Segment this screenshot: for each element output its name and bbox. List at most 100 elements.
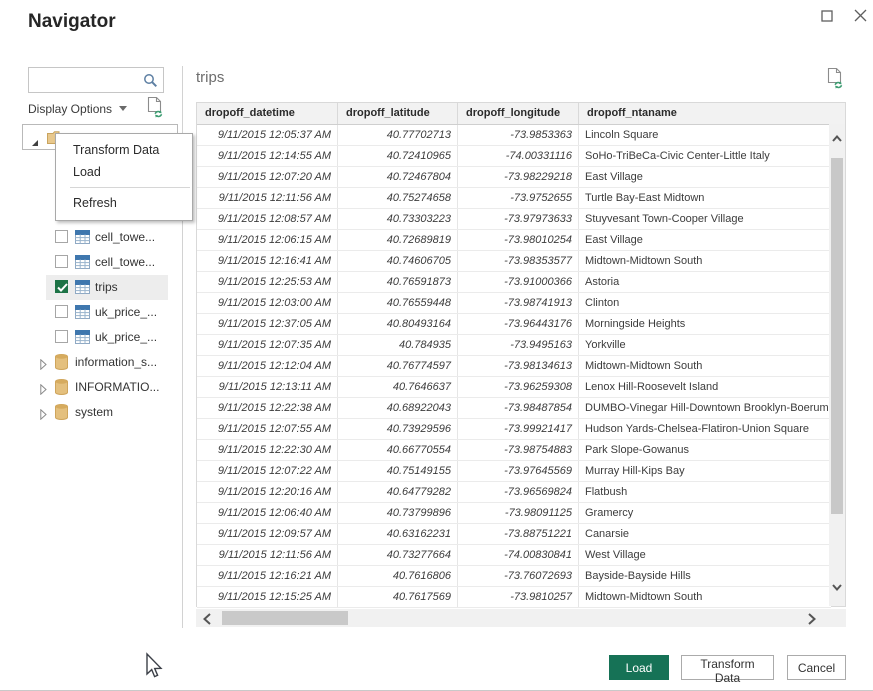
cell-dropoff-ntaname: Murray Hill-Kips Bay xyxy=(579,461,830,481)
close-button[interactable] xyxy=(849,6,871,28)
cell-dropoff-datetime: 9/11/2015 12:25:53 AM xyxy=(197,272,338,292)
cell-dropoff-longitude: -73.98229218 xyxy=(458,167,579,187)
sidebar-item-cell-towe[interactable]: cell_towe... xyxy=(22,250,180,275)
cell-dropoff-longitude: -73.98010254 xyxy=(458,230,579,250)
column-header-dropoff-latitude[interactable]: dropoff_latitude xyxy=(338,103,458,124)
cell-dropoff-datetime: 9/11/2015 12:16:41 AM xyxy=(197,251,338,271)
maximize-icon xyxy=(821,10,833,22)
cell-dropoff-latitude: 40.784935 xyxy=(338,335,458,355)
checkbox[interactable] xyxy=(55,280,68,293)
scroll-up-icon[interactable] xyxy=(832,133,842,145)
cell-dropoff-longitude: -73.96259308 xyxy=(458,377,579,397)
checkbox[interactable] xyxy=(55,305,68,318)
cell-dropoff-longitude: -73.99921417 xyxy=(458,419,579,439)
maximize-button[interactable] xyxy=(816,6,838,28)
cancel-button[interactable]: Cancel xyxy=(787,655,846,680)
scroll-left-icon[interactable] xyxy=(203,612,211,630)
column-header-dropoff-datetime[interactable]: dropoff_datetime xyxy=(197,103,338,124)
preview-table-title: trips xyxy=(196,69,224,86)
display-options-label: Display Options xyxy=(28,102,112,116)
table-row: 9/11/2015 12:07:20 AM40.72467804-73.9822… xyxy=(197,167,831,188)
grid-body: 9/11/2015 12:05:37 AM40.77702713-73.9853… xyxy=(197,125,831,608)
cell-dropoff-datetime: 9/11/2015 12:07:22 AM xyxy=(197,461,338,481)
chevron-collapsed-icon[interactable] xyxy=(40,357,47,375)
cell-dropoff-longitude: -73.96443176 xyxy=(458,314,579,334)
checkbox[interactable] xyxy=(55,230,68,243)
cell-dropoff-datetime: 9/11/2015 12:20:16 AM xyxy=(197,482,338,502)
cell-dropoff-datetime: 9/11/2015 12:06:15 AM xyxy=(197,230,338,250)
context-menu: Transform Data Load Refresh xyxy=(55,133,193,221)
scroll-right-icon[interactable] xyxy=(808,612,816,630)
chevron-expanded-icon[interactable] xyxy=(31,134,39,152)
page-title: Navigator xyxy=(28,11,116,33)
cell-dropoff-longitude: -73.97645569 xyxy=(458,461,579,481)
cell-dropoff-longitude: -73.96569824 xyxy=(458,482,579,502)
context-menu-item-load[interactable]: Load xyxy=(56,161,192,183)
vertical-scrollbar[interactable] xyxy=(829,124,845,606)
table-row: 9/11/2015 12:07:35 AM40.784935-73.949516… xyxy=(197,335,831,356)
cell-dropoff-longitude: -73.88751221 xyxy=(458,524,579,544)
table-row: 9/11/2015 12:20:16 AM40.64779282-73.9656… xyxy=(197,482,831,503)
cell-dropoff-ntaname: Midtown-Midtown South xyxy=(579,251,830,271)
cell-dropoff-datetime: 9/11/2015 12:16:21 AM xyxy=(197,566,338,586)
column-header-dropoff-longitude[interactable]: dropoff_longitude xyxy=(458,103,579,124)
cell-dropoff-longitude: -73.98487854 xyxy=(458,398,579,418)
scroll-down-icon[interactable] xyxy=(832,582,842,594)
cell-dropoff-latitude: 40.80493164 xyxy=(338,314,458,334)
cell-dropoff-longitude: -73.76072693 xyxy=(458,566,579,586)
cell-dropoff-datetime: 9/11/2015 12:09:57 AM xyxy=(197,524,338,544)
cell-dropoff-latitude: 40.73303223 xyxy=(338,209,458,229)
sidebar-item-label: uk_price_... xyxy=(95,330,157,344)
sidebar-item-informatio[interactable]: INFORMATIO... xyxy=(22,375,180,400)
sidebar-item-information-s[interactable]: information_s... xyxy=(22,350,180,375)
refresh-data-icon[interactable] xyxy=(827,67,845,94)
cell-dropoff-latitude: 40.64779282 xyxy=(338,482,458,502)
search-input[interactable] xyxy=(33,70,141,91)
table-row: 9/11/2015 12:22:38 AM40.68922043-73.9848… xyxy=(197,398,831,419)
table-icon xyxy=(75,280,90,299)
cell-dropoff-datetime: 9/11/2015 12:12:04 AM xyxy=(197,356,338,376)
load-button[interactable]: Load xyxy=(609,655,669,680)
search-box[interactable] xyxy=(28,67,164,93)
cell-dropoff-longitude: -73.98353577 xyxy=(458,251,579,271)
sidebar-item-label: trips xyxy=(95,280,118,294)
chevron-collapsed-icon[interactable] xyxy=(40,382,47,400)
cell-dropoff-longitude: -73.98134613 xyxy=(458,356,579,376)
cell-dropoff-datetime: 9/11/2015 12:08:57 AM xyxy=(197,209,338,229)
table-row: 9/11/2015 12:13:11 AM40.7646637-73.96259… xyxy=(197,377,831,398)
vertical-scroll-thumb[interactable] xyxy=(831,158,843,514)
refresh-preview-icon[interactable] xyxy=(147,96,165,123)
cell-dropoff-ntaname: Bayside-Bayside Hills xyxy=(579,566,830,586)
sidebar-item-uk-price[interactable]: uk_price_... xyxy=(22,325,180,350)
context-menu-item-transform-data[interactable]: Transform Data xyxy=(56,139,192,161)
cell-dropoff-ntaname: SoHo-TriBeCa-Civic Center-Little Italy xyxy=(579,146,830,166)
sidebar-item-trips[interactable]: trips xyxy=(22,275,180,300)
table-row: 9/11/2015 12:16:41 AM40.74606705-73.9835… xyxy=(197,251,831,272)
chevron-collapsed-icon[interactable] xyxy=(40,407,47,425)
table-row: 9/11/2015 12:11:56 AM40.73277664-74.0083… xyxy=(197,545,831,566)
cell-dropoff-datetime: 9/11/2015 12:07:55 AM xyxy=(197,419,338,439)
sidebar-item-system[interactable]: system xyxy=(22,400,180,425)
sidebar-item-uk-price[interactable]: uk_price_... xyxy=(22,300,180,325)
cell-dropoff-longitude: -73.91000366 xyxy=(458,272,579,292)
checkbox[interactable] xyxy=(55,255,68,268)
sidebar-item-cell-towe[interactable]: cell_towe... xyxy=(22,225,180,250)
context-menu-item-refresh[interactable]: Refresh xyxy=(56,192,192,214)
cell-dropoff-ntaname: Canarsie xyxy=(579,524,830,544)
transform-data-button[interactable]: Transform Data xyxy=(681,655,774,680)
cell-dropoff-latitude: 40.73799896 xyxy=(338,503,458,523)
cell-dropoff-datetime: 9/11/2015 12:03:00 AM xyxy=(197,293,338,313)
cell-dropoff-ntaname: Yorkville xyxy=(579,335,830,355)
table-row: 9/11/2015 12:07:22 AM40.75149155-73.9764… xyxy=(197,461,831,482)
checkbox[interactable] xyxy=(55,330,68,343)
sidebar-item-label: INFORMATIO... xyxy=(75,380,159,394)
horizontal-scroll-thumb[interactable] xyxy=(222,611,348,625)
search-icon[interactable] xyxy=(143,73,158,93)
cell-dropoff-latitude: 40.76774597 xyxy=(338,356,458,376)
database-icon xyxy=(55,379,68,400)
cell-dropoff-latitude: 40.63162231 xyxy=(338,524,458,544)
cell-dropoff-datetime: 9/11/2015 12:22:30 AM xyxy=(197,440,338,460)
column-header-dropoff-ntaname[interactable]: dropoff_ntaname xyxy=(579,103,830,124)
horizontal-scrollbar[interactable] xyxy=(196,609,846,627)
table-row: 9/11/2015 12:08:57 AM40.73303223-73.9797… xyxy=(197,209,831,230)
